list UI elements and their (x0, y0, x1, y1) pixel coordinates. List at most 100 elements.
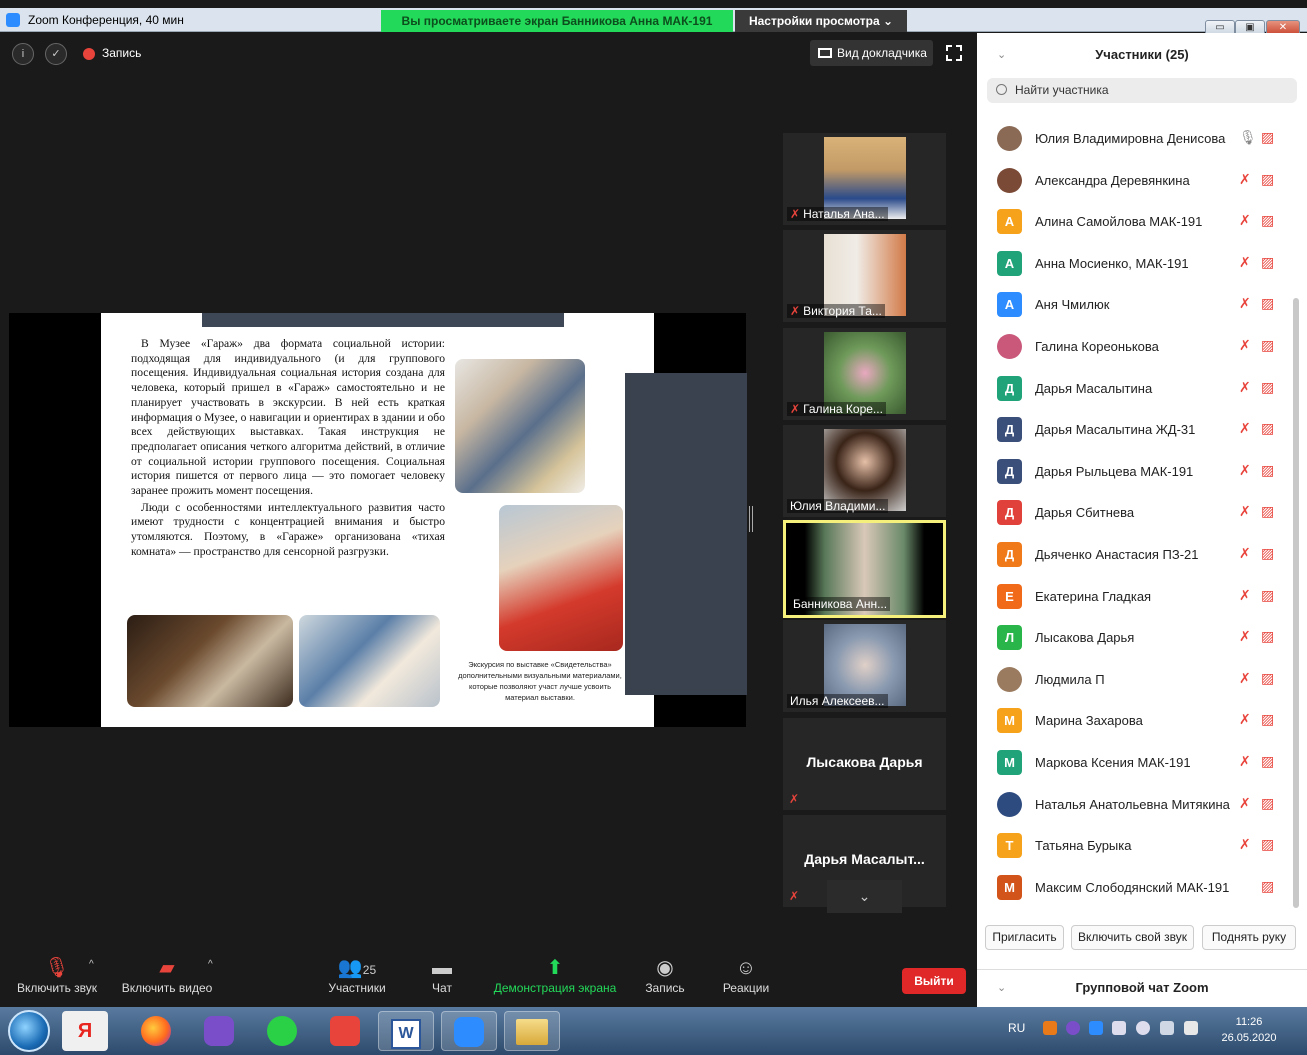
participant-row[interactable]: А Аня Чмилюк ✗ ▨ (977, 284, 1293, 326)
participant-row[interactable]: Наталья Анатольевна Митякина ✗ ▨ (977, 784, 1293, 826)
unmute-me-button[interactable]: Включить свой звук (1071, 925, 1194, 950)
chevron-down-icon[interactable]: ⌄ (997, 970, 1006, 1006)
avatar (997, 333, 1022, 359)
thumbnail-name: ✗ Галина Коре... (787, 402, 886, 416)
participant-name: Алина Самойлова МАК-191 (1035, 214, 1203, 230)
slide-paragraph: Люди с особенностями интеллектуального р… (131, 500, 445, 558)
participant-name: Галина Кореонькова (1035, 338, 1159, 354)
info-icon[interactable]: i (12, 43, 34, 65)
participants-button[interactable]: 👥25 Участники (323, 955, 391, 995)
scroll-thumbnails-down-button[interactable]: ⌄ (827, 880, 902, 913)
participant-row[interactable]: Людмила П ✗ ▨ (977, 659, 1293, 701)
view-options-dropdown[interactable]: Настройки просмотра ⌄ (735, 10, 907, 32)
participant-name: Лысакова Дарья (1035, 630, 1135, 646)
participant-row[interactable]: Д Дьяченко Анастасия ПЗ-21 ✗ ▨ (977, 534, 1293, 576)
avatar (997, 126, 1022, 151)
participant-row[interactable]: М Марина Захарова ✗ ▨ (977, 700, 1293, 742)
unmute-button[interactable]: 🎙 Включить звук (13, 955, 101, 995)
zoom-taskbar-icon[interactable] (441, 1011, 497, 1051)
tray-app-icon[interactable] (1043, 1021, 1057, 1035)
windows-taskbar: Я W RU 11:26 26.05.2020 (0, 1007, 1307, 1055)
chat-button[interactable]: ▬ Чат (421, 955, 463, 995)
split-drag-handle[interactable] (749, 506, 753, 532)
mic-muted-icon: ✗ (1239, 544, 1251, 561)
start-button[interactable] (8, 1010, 50, 1052)
participant-row[interactable]: Д Дарья Масалытина ✗ ▨ (977, 368, 1293, 410)
video-thumbnail[interactable]: Юлия Владими... (783, 425, 946, 517)
share-screen-button[interactable]: ⬆ Демонстрация экрана (491, 955, 619, 995)
participant-row[interactable]: Д Дарья Сбитнева ✗ ▨ (977, 492, 1293, 534)
participant-name: Дарья Рыльцева МАК-191 (1035, 463, 1194, 479)
speaker-view-button[interactable]: Вид докладчика (810, 40, 933, 66)
mic-muted-icon: ✗ (1239, 212, 1251, 229)
firefox-icon[interactable] (128, 1011, 184, 1051)
input-language-indicator[interactable]: RU (1008, 1021, 1025, 1035)
chevron-down-icon[interactable]: ⌄ (997, 33, 1006, 77)
word-icon[interactable]: W (378, 1011, 434, 1051)
video-thumbnail[interactable]: ✗ Виктория Та... (783, 230, 946, 322)
invite-button[interactable]: Пригласить (985, 925, 1064, 950)
active-speaker-thumbnail[interactable]: Банникова Анн... (783, 520, 946, 618)
video-thumbnail[interactable]: Лысакова Дарья ✗ (783, 718, 946, 810)
participants-scrollbar[interactable] (1293, 298, 1299, 908)
mic-muted-icon: ✗ (1239, 711, 1251, 728)
participant-row[interactable]: М Маркова Ксения МАК-191 ✗ ▨ (977, 742, 1293, 784)
mic-muted-icon: ✗ (1239, 420, 1251, 437)
file-explorer-icon[interactable] (504, 1011, 560, 1051)
video-thumbnail[interactable]: Илья Алексеев... (783, 620, 946, 712)
tray-monitor-icon[interactable] (1160, 1021, 1174, 1035)
thumbnail-name: ✗ Наталья Ана... (787, 207, 888, 221)
avatar: Д (997, 375, 1022, 401)
fullscreen-icon[interactable] (946, 45, 962, 61)
video-off-icon: ▨ (1261, 544, 1275, 561)
participant-row[interactable]: Д Дарья Рыльцева МАК-191 ✗ ▨ (977, 451, 1293, 493)
participant-row[interactable]: Т Татьяна Бурыка ✗ ▨ (977, 825, 1293, 867)
video-off-icon: ▨ (1261, 420, 1275, 437)
mic-icon: 🎙 (1239, 129, 1257, 145)
shield-icon[interactable]: ✓ (45, 43, 67, 65)
volume-icon[interactable] (1136, 1021, 1150, 1035)
photo-ostrich-exhibit (127, 615, 293, 707)
photo-quiet-room (299, 615, 440, 707)
reactions-button[interactable]: ☺ Реакции (719, 955, 773, 995)
group-chat-header[interactable]: ⌄ Групповой чат Zoom (977, 969, 1307, 1005)
shared-screen[interactable]: В Музее «Гараж» два формата социальной и… (9, 313, 747, 727)
participant-row[interactable]: Галина Кореонькова ✗ ▨ (977, 326, 1293, 368)
system-clock[interactable]: 11:26 26.05.2020 (1216, 1014, 1282, 1046)
video-off-icon: ▨ (1261, 212, 1275, 229)
viber-icon[interactable] (191, 1011, 247, 1051)
video-options-caret[interactable]: ^ (208, 959, 213, 970)
participant-row[interactable]: А Анна Мосиенко, МАК-191 ✗ ▨ (977, 243, 1293, 285)
tray-zoom-icon[interactable] (1089, 1021, 1103, 1035)
video-thumbnail[interactable]: ✗ Галина Коре... (783, 328, 946, 420)
participant-row[interactable]: Е Екатерина Гладкая ✗ ▨ (977, 576, 1293, 618)
screen-overlay-panel (625, 373, 747, 695)
audio-options-caret[interactable]: ^ (89, 959, 94, 970)
participant-search-input[interactable]: Найти участника (987, 78, 1297, 103)
speaker-view-label: Вид докладчика (837, 46, 927, 60)
tray-network-icon[interactable] (1112, 1021, 1126, 1035)
paw-app-icon[interactable] (317, 1011, 373, 1051)
participant-row[interactable]: Александра Деревянкина ✗ ▨ (977, 160, 1293, 202)
avatar: Д (997, 417, 1022, 443)
yandex-browser-icon[interactable]: Я (62, 1011, 108, 1051)
record-button[interactable]: ◉ Запись (641, 955, 689, 995)
mic-muted-icon: 🎙 (44, 957, 70, 979)
tray-viber-icon[interactable] (1066, 1021, 1080, 1035)
video-thumbnail[interactable]: ✗ Наталья Ана... (783, 133, 946, 225)
video-off-icon: ▨ (1261, 794, 1275, 811)
action-center-flag-icon[interactable] (1184, 1021, 1198, 1035)
raise-hand-button[interactable]: Поднять руку (1202, 925, 1296, 950)
participant-row[interactable]: Л Лысакова Дарья ✗ ▨ (977, 617, 1293, 659)
leave-meeting-button[interactable]: Выйти (902, 968, 966, 994)
participant-row[interactable]: Д Дарья Масалытина ЖД-31 ✗ ▨ (977, 409, 1293, 451)
avatar: Д (997, 500, 1022, 526)
participant-row[interactable]: Юлия Владимировна Денисова 🎙 ▨ (977, 118, 1293, 160)
grid-icon (818, 48, 832, 58)
whatsapp-icon[interactable] (254, 1011, 310, 1051)
start-video-button[interactable]: ▰ Включить видео (118, 955, 216, 995)
participant-row[interactable]: М Максим Слободянский МАК-191 ▨ (977, 867, 1293, 909)
participant-name: Дарья Сбитнева (1035, 505, 1135, 521)
participant-row[interactable]: А Алина Самойлова МАК-191 ✗ ▨ (977, 201, 1293, 243)
video-off-icon: ▰ (159, 957, 175, 979)
